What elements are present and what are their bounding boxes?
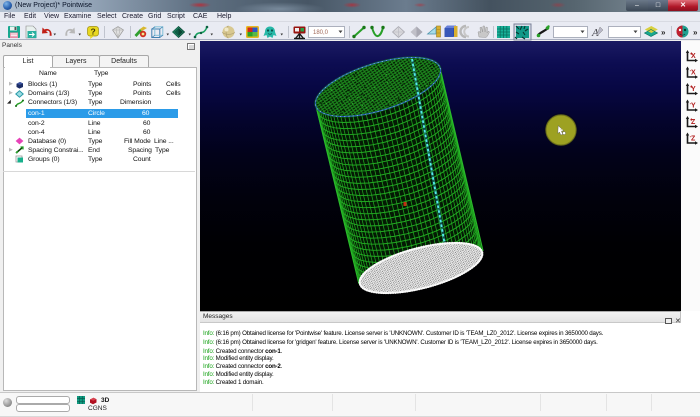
svg-text:+: +	[690, 84, 693, 90]
svg-text:Z: Z	[691, 136, 696, 143]
svg-text:?: ?	[91, 26, 96, 36]
svg-text:-: -	[690, 68, 692, 74]
svg-text:X: X	[691, 70, 696, 77]
svg-text:Y: Y	[691, 103, 696, 110]
svg-text:»: »	[693, 28, 698, 37]
svg-text:»: »	[661, 28, 666, 37]
svg-text:+: +	[690, 117, 693, 123]
svg-text:+: +	[690, 51, 693, 57]
svg-text:-: -	[690, 101, 692, 107]
svg-text:180,0: 180,0	[313, 30, 329, 36]
svg-text:-: -	[690, 134, 692, 140]
